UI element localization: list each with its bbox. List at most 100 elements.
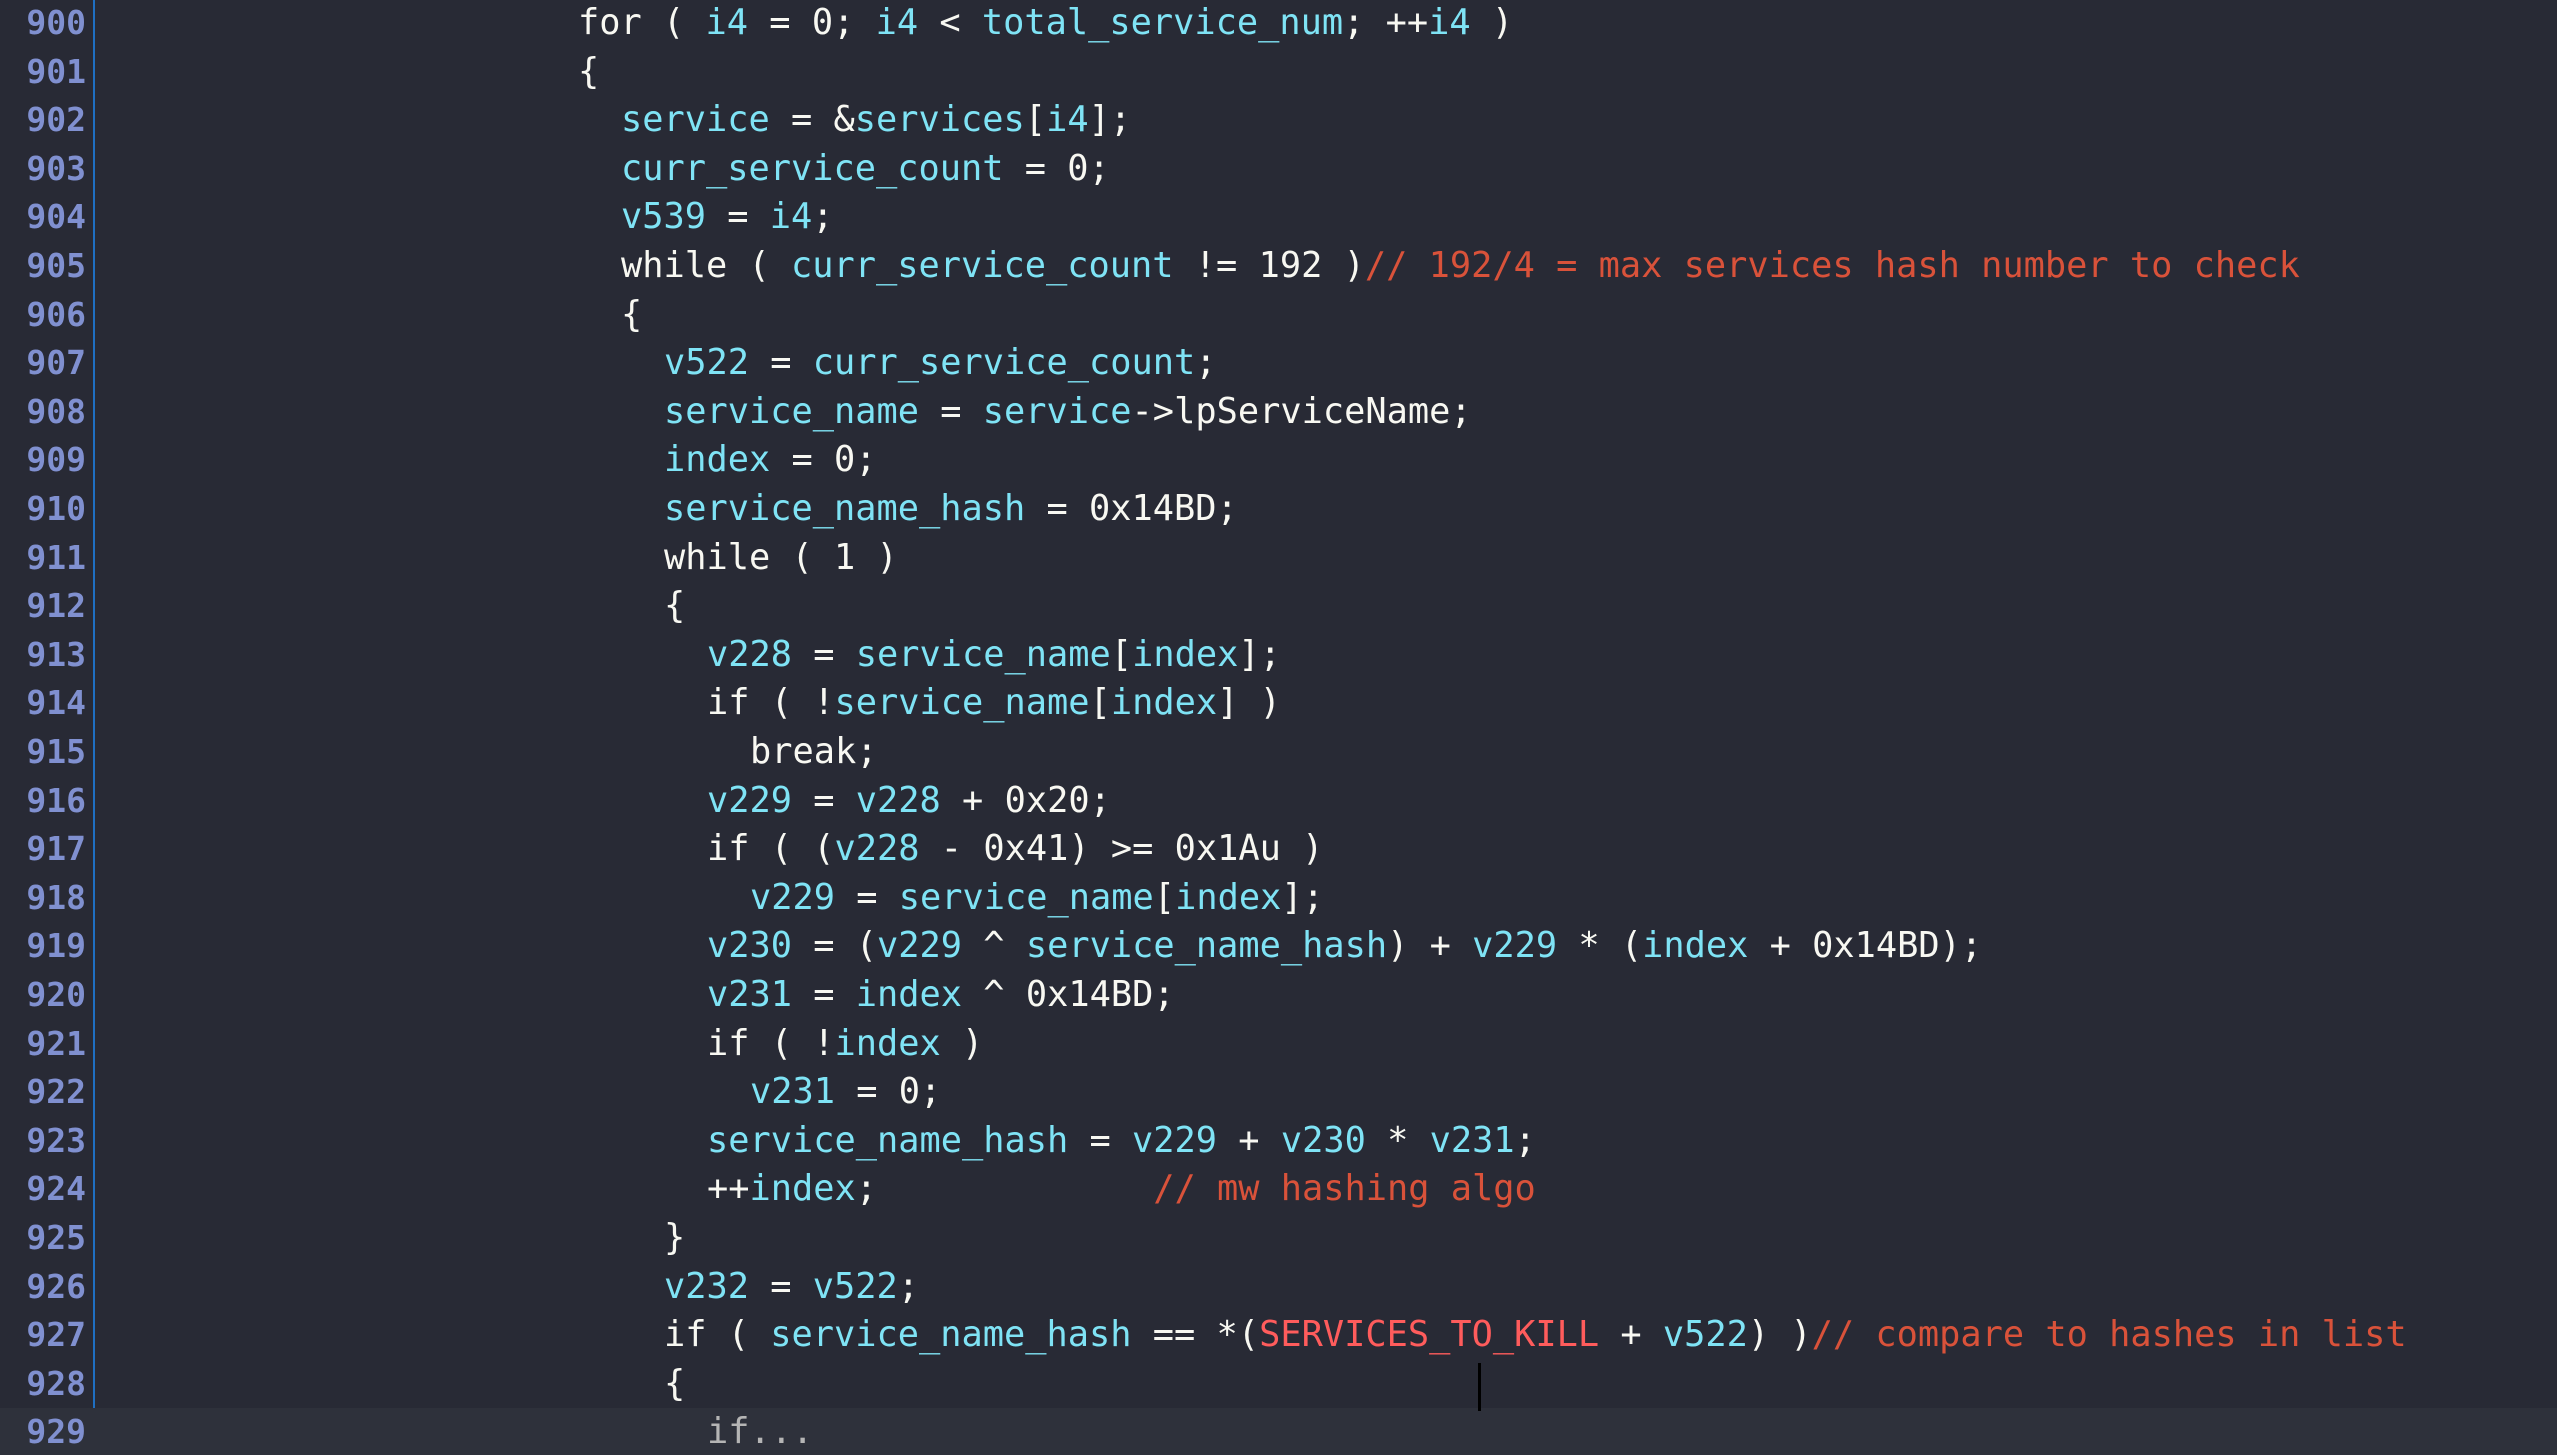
code-text[interactable]: service = &services[i4]; [621,96,1131,143]
code-line[interactable]: 917 if ( (v228 - 0x41) >= 0x1Au ) [0,825,2557,872]
code-line[interactable]: 903 curr_service_count = 0; [0,145,2557,192]
code-line[interactable]: 929 if... [0,1408,2557,1455]
code-text[interactable]: for ( i4 = 0; i4 < total_service_num; ++… [578,0,1513,46]
code-text[interactable]: while ( 1 ) [664,534,898,581]
code-text[interactable]: v231 = 0; [750,1068,941,1115]
code-line[interactable]: 919 v230 = (v229 ^ service_name_hash) + v… [0,922,2557,969]
code-line[interactable]: 928 { [0,1360,2557,1407]
code-line[interactable]: 912 { [0,582,2557,629]
operator-token: ) >= [1068,828,1175,869]
code-line[interactable]: 900 for ( i4 = 0; i4 < total_service_num;… [0,0,2557,46]
line-number: 919 [26,926,86,965]
identifier-token: v231 [707,974,793,1015]
operator-token: ( [770,537,835,578]
code-text[interactable]: v522 = curr_service_count; [664,339,1217,386]
code-text[interactable]: service_name_hash = 0x14BD; [664,485,1238,532]
code-text[interactable]: if... [707,1408,813,1455]
identifier-token: v230 [1280,1120,1366,1161]
operator-token: ; [1216,488,1238,529]
code-line[interactable]: 927 if ( service_name_hash == *(SERVICES_… [0,1311,2557,1358]
code-text[interactable]: v539 = i4; [621,193,834,240]
identifier-token: service_name_hash [770,1314,1132,1355]
code-text[interactable]: } [664,1214,685,1261]
code-text[interactable]: { [664,582,685,629]
operator-token: ) + [1387,925,1473,966]
operator-token: ; [1088,148,1110,189]
code-line[interactable]: 906 { [0,291,2557,338]
operator-token: ) [940,1023,984,1064]
code-text[interactable]: while ( curr_service_count != 192 )// 19… [621,242,2300,289]
keyword-token: for [578,2,642,43]
line-number: 924 [26,1169,86,1208]
code-line[interactable]: 918 v229 = service_name[index]; [0,874,2557,921]
code-line[interactable]: 908 service_name = service->lpServiceName… [0,388,2557,435]
code-line[interactable]: 922 v231 = 0; [0,1068,2557,1115]
code-line[interactable]: 904 v539 = i4; [0,193,2557,240]
code-text[interactable]: break; [750,728,878,775]
operator-token: ++ [707,1168,750,1209]
code-text[interactable]: v230 = (v229 ^ service_name_hash) + v229… [707,922,1982,969]
code-line[interactable]: 926 v232 = v522; [0,1263,2557,1310]
identifier-token: curr_service_count [621,148,1004,189]
code-text[interactable]: { [621,291,642,338]
line-number: 913 [26,635,86,674]
code-text[interactable]: { [578,48,599,95]
code-line[interactable]: 901 { [0,48,2557,95]
operator-token: ; [1089,780,1111,821]
identifier-token: v522 [1662,1314,1748,1355]
code-text[interactable]: { [664,1360,685,1407]
code-line[interactable]: 911 while ( 1 ) [0,534,2557,581]
operator-token: ( [706,1314,771,1355]
code-text[interactable]: v231 = index ^ 0x14BD; [707,971,1175,1018]
code-line[interactable]: 913 v228 = service_name[index]; [0,631,2557,678]
operator-token: = [835,877,899,918]
operator-token: ; [833,2,876,43]
line-number: 909 [26,440,86,479]
keyword-token: if [664,1314,707,1355]
operator-token: [ [1110,634,1133,675]
identifier-token: v228 [707,634,793,675]
identifier-token: service_name_hash [707,1120,1069,1161]
pseudocode-editor[interactable]: 900 for ( i4 = 0; i4 < total_service_num;… [0,0,2557,1455]
code-line[interactable]: 923 service_name_hash = v229 + v230 * v23… [0,1117,2557,1164]
operator-token: < [918,2,982,43]
code-line[interactable]: 920 v231 = index ^ 0x14BD; [0,971,2557,1018]
code-line[interactable]: 907 v522 = curr_service_count; [0,339,2557,386]
code-line[interactable]: 905 while ( curr_service_count != 192 )//… [0,242,2557,289]
code-text[interactable]: v229 = service_name[index]; [750,874,1324,921]
code-text[interactable]: if ( (v228 - 0x41) >= 0x1Au ) [707,825,1323,872]
code-text[interactable]: if ( !service_name[index] ) [707,679,1281,726]
code-text[interactable]: service_name = service->lpServiceName; [664,388,1472,435]
code-line[interactable]: 910 service_name_hash = 0x14BD; [0,485,2557,532]
code-text[interactable]: index = 0; [664,436,877,483]
code-text[interactable]: service_name_hash = v229 + v230 * v231; [707,1117,1536,1164]
collapsed-block-token[interactable]: if... [707,1411,813,1452]
code-text[interactable]: v232 = v522; [664,1263,919,1310]
operator-token: = & [769,99,855,140]
code-text[interactable]: if ( service_name_hash == *(SERVICES_TO_… [664,1311,2407,1358]
line-number: 906 [26,295,86,334]
code-text[interactable]: curr_service_count = 0; [621,145,1110,192]
code-line[interactable]: 916 v229 = v228 + 0x20; [0,777,2557,824]
code-line[interactable]: 925} [0,1214,2557,1261]
code-line[interactable]: 921 if ( !index ) [0,1020,2557,1067]
code-line[interactable]: 924 ++index; // mw hashing algo [0,1165,2557,1212]
operator-token: != [1173,245,1259,286]
operator-token: = [749,1266,813,1307]
code-text[interactable]: if ( !index ) [707,1020,983,1067]
code-text[interactable]: ++index; // mw hashing algo [707,1165,1536,1212]
operator-token: ( [641,2,706,43]
operator-token: = [749,342,813,383]
operator-token: = [919,391,983,432]
identifier-token: index [664,439,771,480]
line-number: 900 [26,3,86,42]
code-text[interactable]: v228 = service_name[index]; [707,631,1281,678]
operator-token: ]; [1088,99,1132,140]
identifier-token: service [621,99,770,140]
code-text[interactable]: v229 = v228 + 0x20; [707,777,1111,824]
code-line[interactable]: 914 if ( !service_name[index] ) [0,679,2557,726]
code-line[interactable]: 909 index = 0; [0,436,2557,483]
code-line[interactable]: 915 break; [0,728,2557,775]
number-token: 0x14BD [1089,488,1217,529]
code-line[interactable]: 902 service = &services[i4]; [0,96,2557,143]
